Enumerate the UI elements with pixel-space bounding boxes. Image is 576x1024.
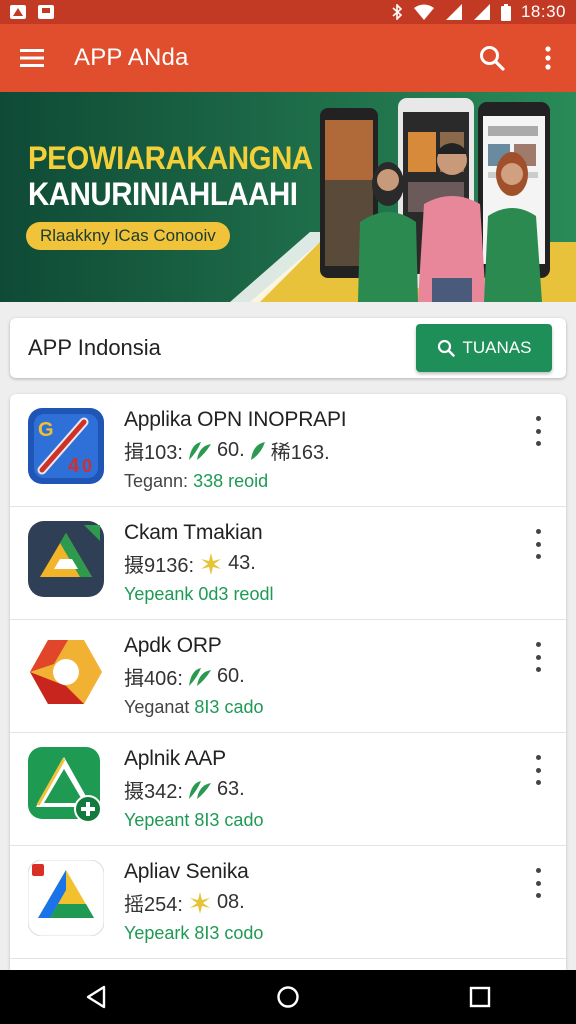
app-notification-icon	[10, 5, 26, 19]
app-name: Ckam Tmakian	[124, 521, 263, 544]
list-item[interactable]: Ckam Tmakian 摄9136: 43. Yepeank 0d3 reod…	[10, 507, 566, 620]
app-icon-drive-color	[28, 860, 104, 936]
more-vert-icon[interactable]	[528, 642, 548, 672]
list-item[interactable]: Apliav Senika 摇254: 08. Yepeark 8I3 codo	[10, 846, 566, 959]
signal-icon	[473, 4, 490, 20]
sparkle-icon	[201, 552, 222, 575]
more-vert-icon[interactable]	[520, 24, 576, 92]
app-stats: 揖406: 60.	[124, 665, 245, 690]
app-meta: Yepeark 8I3 codo	[124, 923, 264, 943]
section-title: APP Indonsia	[28, 335, 161, 360]
search-card: APP Indonsia TUANAS	[10, 318, 566, 378]
svg-text:0: 0	[82, 456, 92, 476]
svg-text:G: G	[38, 419, 54, 441]
svg-text:4: 4	[68, 455, 80, 477]
list-item[interactable]: Aplnik AAP 摄342: 63. Yepeant 8I3 cado	[10, 733, 566, 846]
system-nav-bar	[0, 970, 576, 1024]
home-icon[interactable]	[258, 970, 318, 1024]
banner-headline-primary: PEOWIARAKANGNA	[28, 140, 313, 176]
search-icon[interactable]	[464, 24, 520, 92]
app-icon-green-plus	[28, 747, 102, 823]
banner-headline-secondary: KANURINIAHLAAHI	[28, 176, 298, 212]
app-name: Apdk ORP	[124, 634, 222, 657]
app-list: 4 0 G Applika OPN INOPRAPI 揖103: 60. 稀16…	[10, 394, 566, 974]
app-name: Aplnik AAP	[124, 747, 226, 770]
app-icon-drive-dark	[28, 521, 104, 597]
app-stats: 摄9136: 43.	[124, 552, 256, 577]
app-stats: 揖103: 60. 稀163.	[124, 439, 330, 464]
more-vert-icon[interactable]	[528, 868, 548, 898]
more-vert-icon[interactable]	[528, 416, 548, 446]
leaf-icon	[250, 441, 265, 460]
leaf-icon	[188, 780, 211, 799]
more-vert-icon[interactable]	[528, 529, 548, 559]
status-bar: 18:30	[0, 0, 576, 24]
app-name: Apliav Senika	[124, 860, 249, 883]
app-icon-blue-red: 4 0 G	[28, 408, 104, 484]
back-icon[interactable]	[66, 970, 126, 1024]
more-vert-icon[interactable]	[528, 755, 548, 785]
wifi-icon	[413, 4, 434, 20]
search-button[interactable]: TUANAS	[416, 324, 552, 372]
status-time: 18:30	[520, 2, 566, 21]
list-item[interactable]: 4 0 G Applika OPN INOPRAPI 揖103: 60. 稀16…	[10, 394, 566, 507]
recents-icon[interactable]	[450, 970, 510, 1024]
app-name: Applika OPN INOPRAPI	[124, 408, 347, 431]
signal-icon	[445, 4, 462, 20]
bluetooth-icon	[392, 4, 403, 20]
battery-icon	[500, 3, 511, 21]
menu-icon[interactable]	[0, 24, 64, 92]
app-meta: Yeganat 8I3 cado	[124, 697, 264, 717]
app-stats: 摇254: 08.	[124, 891, 245, 916]
app-stats: 摄342: 63.	[124, 778, 245, 803]
promo-banner[interactable]: PEOWIARAKANGNA KANURINIAHLAAHI Rlaakkny …	[0, 92, 576, 302]
list-item[interactable]: Apdk ORP 揖406: 60. Yeganat 8I3 cado	[10, 620, 566, 733]
app-bar: APP ANda	[0, 24, 576, 92]
app-meta: Yepeant 8I3 cado	[124, 810, 264, 830]
leaf-icon	[188, 667, 211, 686]
app-title: APP ANda	[74, 44, 189, 71]
app-meta: Tegann: 338 reoid	[124, 471, 269, 491]
search-icon	[437, 339, 455, 357]
banner-tag[interactable]: Rlaakkny lCas Conooiv	[26, 222, 230, 250]
app-meta: Yepeank 0d3 reodl	[124, 584, 274, 604]
search-button-label: TUANAS	[462, 338, 532, 357]
leaf-icon	[188, 441, 211, 460]
image-notification-icon	[38, 5, 54, 19]
app-icon-red-yellow	[30, 640, 102, 704]
sparkle-icon	[189, 891, 210, 914]
